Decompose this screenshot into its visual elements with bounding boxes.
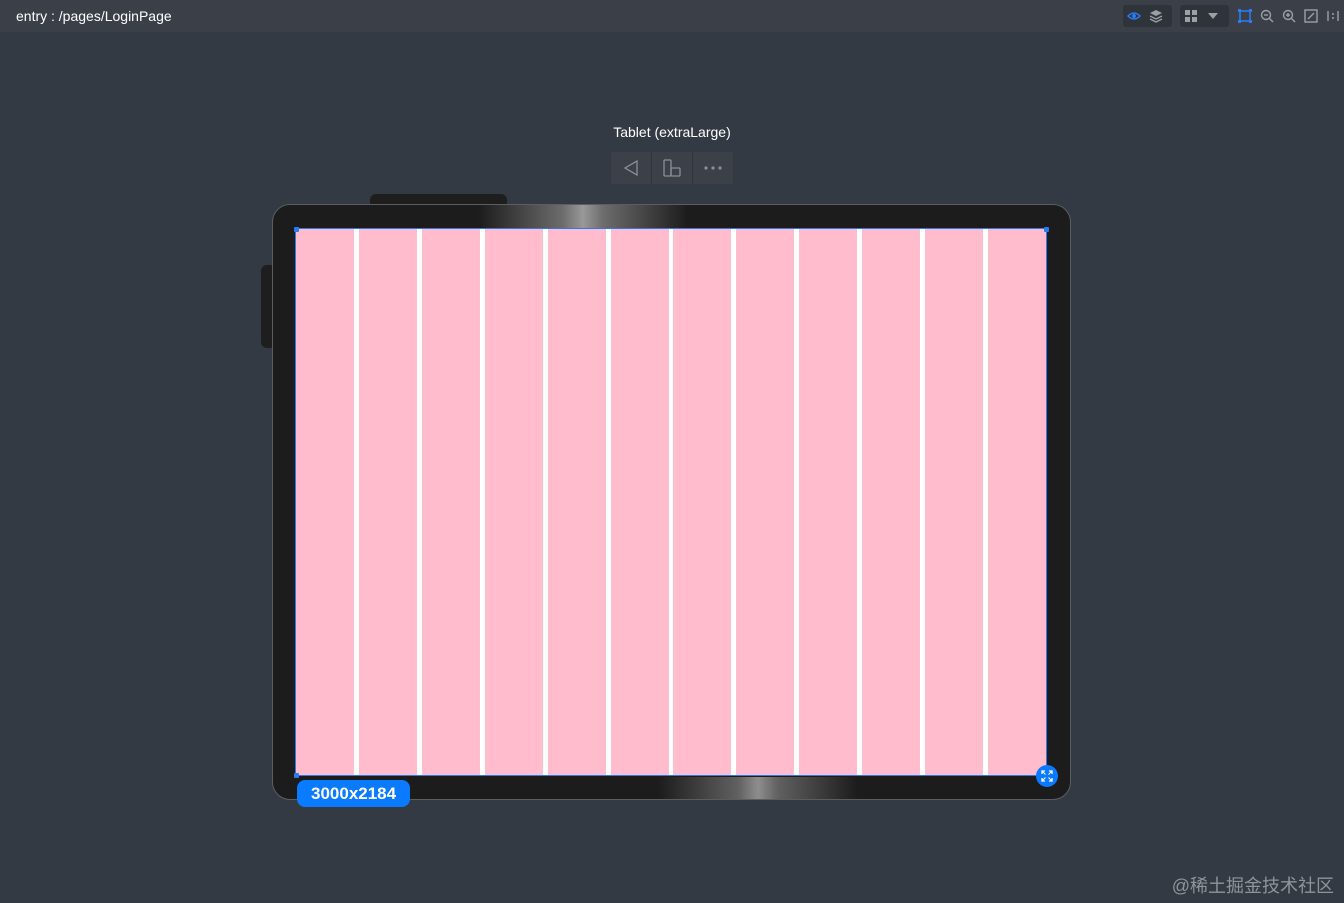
- frame-highlight-top: [478, 205, 688, 229]
- grid-column: [484, 229, 543, 775]
- grid-column: [987, 229, 1046, 775]
- device-toolbar: [611, 152, 733, 184]
- eye-icon[interactable]: [1123, 5, 1145, 27]
- rotate-device-icon[interactable]: [652, 152, 693, 184]
- grid-column: [610, 229, 669, 775]
- grid-column: [925, 229, 984, 775]
- frame-highlight-bottom: [658, 777, 858, 799]
- page-path: entry : /pages/LoginPage: [16, 8, 172, 24]
- components-group: [1180, 5, 1229, 27]
- more-icon[interactable]: [693, 152, 733, 184]
- grid-column: [862, 229, 921, 775]
- grid-column: [799, 229, 858, 775]
- grid-column: [358, 229, 417, 775]
- grid-column: [736, 229, 795, 775]
- device-screen[interactable]: [295, 228, 1047, 776]
- back-triangle-icon[interactable]: [611, 152, 652, 184]
- watermark: @稀土掘金技术社区: [1171, 876, 1334, 896]
- resolution-badge: 3000x2184: [297, 780, 411, 807]
- zoom-in-icon[interactable]: [1278, 5, 1300, 27]
- grid-column: [296, 229, 354, 775]
- view-toggle-group: [1123, 5, 1172, 27]
- dropdown-arrow-icon[interactable]: [1202, 5, 1224, 27]
- grid-column: [421, 229, 480, 775]
- actual-size-icon[interactable]: [1322, 5, 1344, 27]
- grid-column: [547, 229, 606, 775]
- components-icon[interactable]: [1180, 5, 1202, 27]
- selection-handle-bottom-left[interactable]: [294, 773, 299, 778]
- selection-handle-top-left[interactable]: [294, 227, 299, 232]
- fit-screen-icon[interactable]: [1300, 5, 1322, 27]
- layers-icon[interactable]: [1145, 5, 1167, 27]
- grid-column: [673, 229, 732, 775]
- zoom-out-icon[interactable]: [1256, 5, 1278, 27]
- top-bar: entry : /pages/LoginPage: [0, 0, 1344, 32]
- select-frame-icon[interactable]: [1234, 5, 1256, 27]
- expand-icon[interactable]: [1036, 765, 1058, 787]
- selection-handle-top-right[interactable]: [1044, 227, 1049, 232]
- device-title: Tablet (extraLarge): [613, 124, 731, 140]
